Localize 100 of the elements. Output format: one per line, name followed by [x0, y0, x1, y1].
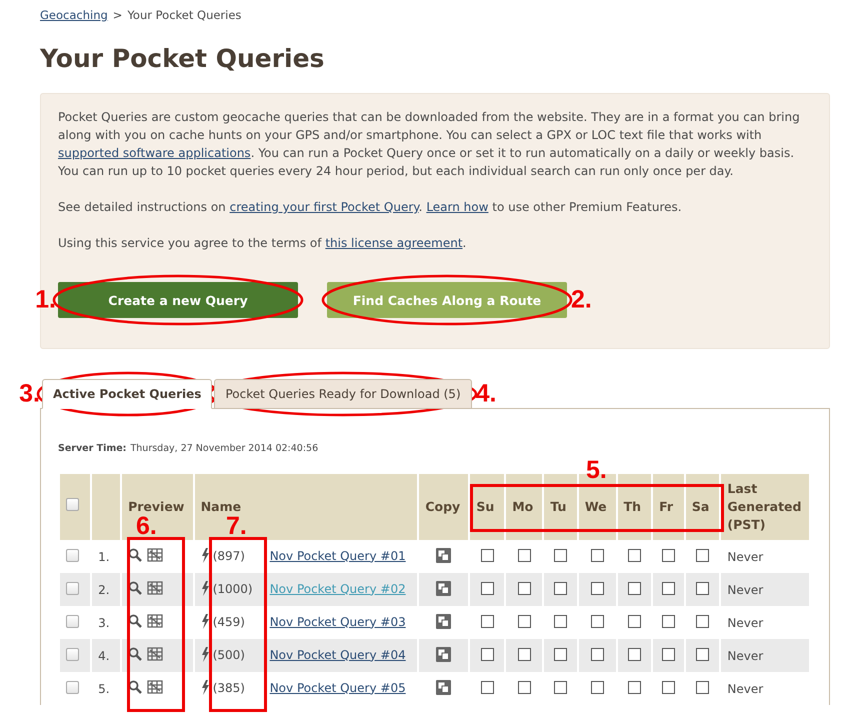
day-checkbox[interactable]: [590, 680, 604, 694]
day-checkbox[interactable]: [628, 614, 641, 628]
query-link[interactable]: Nov Pocket Query #05: [270, 680, 406, 694]
day-checkbox[interactable]: [696, 648, 710, 660]
day-checkbox[interactable]: [662, 648, 675, 660]
lightning-icon: [200, 646, 210, 662]
text-link[interactable]: creating your first Pocket Query: [230, 200, 419, 214]
row-checkbox[interactable]: [66, 582, 79, 594]
annotation-number: 6.: [136, 512, 157, 541]
breadcrumb-separator: >: [112, 8, 122, 22]
annotation-number: 4.: [476, 379, 496, 408]
cache-count: (385): [212, 680, 246, 694]
day-checkbox[interactable]: [590, 582, 604, 594]
day-checkbox[interactable]: [662, 680, 675, 694]
day-checkbox[interactable]: [480, 582, 494, 594]
row-number: 4.: [98, 648, 110, 662]
copy-icon[interactable]: [436, 580, 452, 596]
column-header: Sa: [686, 474, 720, 540]
row-number: 1.: [98, 550, 110, 564]
select-all-checkbox[interactable]: [66, 498, 79, 511]
lightning-icon: [200, 580, 210, 596]
search-icon: [128, 647, 142, 661]
map-icon: [147, 581, 164, 595]
day-checkbox[interactable]: [480, 680, 494, 694]
cache-count: (897): [212, 548, 246, 562]
lightning-icon: [200, 614, 210, 628]
column-header: Fr: [653, 474, 684, 540]
day-checkbox[interactable]: [628, 548, 641, 562]
day-checkbox[interactable]: [480, 648, 494, 660]
day-checkbox[interactable]: [696, 582, 710, 594]
day-checkbox[interactable]: [554, 680, 568, 694]
annotation-number: 7.: [226, 512, 247, 541]
day-checkbox[interactable]: [696, 680, 710, 694]
query-link[interactable]: Nov Pocket Query #04: [270, 648, 406, 662]
row-checkbox[interactable]: [66, 614, 79, 628]
day-checkbox[interactable]: [518, 648, 531, 660]
text-link[interactable]: Learn how: [426, 200, 488, 214]
day-checkbox[interactable]: [590, 648, 604, 660]
cache-count: (459): [212, 614, 246, 628]
day-checkbox[interactable]: [590, 548, 604, 562]
day-checkbox[interactable]: [554, 582, 568, 594]
day-checkbox[interactable]: [696, 614, 710, 628]
copy-icon[interactable]: [436, 680, 452, 694]
day-checkbox[interactable]: [628, 648, 641, 660]
column-header: Tu: [544, 474, 577, 540]
query-link[interactable]: Nov Pocket Query #03: [270, 614, 406, 628]
tab[interactable]: Active Pocket Queries: [42, 379, 212, 409]
search-icon: [128, 614, 142, 628]
map-icon: [147, 614, 164, 628]
day-checkbox[interactable]: [662, 582, 675, 594]
copy-icon[interactable]: [436, 646, 452, 662]
cache-count: (500): [212, 648, 246, 662]
last-generated: Never: [727, 582, 764, 596]
day-checkbox[interactable]: [554, 548, 568, 562]
map-icon: [147, 548, 164, 562]
intro-paragraph: Using this service you agree to the terms of this license agreement.: [58, 235, 468, 252]
cache-count: (1000): [212, 582, 254, 596]
tab[interactable]: Pocket Queries Ready for Download (5): [214, 379, 472, 409]
copy-icon[interactable]: [436, 548, 452, 562]
day-checkbox[interactable]: [518, 680, 531, 694]
text-link[interactable]: supported software applications: [58, 146, 251, 160]
last-generated: Never: [727, 616, 764, 630]
column-header: Th: [618, 474, 652, 540]
column-header: Copy: [419, 474, 468, 540]
row-checkbox[interactable]: [66, 548, 79, 562]
day-checkbox[interactable]: [554, 648, 568, 660]
row-checkbox[interactable]: [66, 648, 79, 660]
search-icon: [128, 680, 142, 694]
query-link[interactable]: Nov Pocket Query #01: [270, 548, 406, 562]
create-query-button[interactable]: Create a new Query: [58, 282, 298, 318]
row-checkbox[interactable]: [66, 680, 79, 694]
map-icon: [147, 647, 164, 661]
last-generated: Never: [727, 550, 764, 564]
day-checkbox[interactable]: [480, 614, 494, 628]
header-cell: [92, 474, 120, 540]
day-checkbox[interactable]: [518, 614, 531, 628]
day-checkbox[interactable]: [662, 614, 675, 628]
breadcrumb-current: Your Pocket Queries: [127, 8, 242, 22]
day-checkbox[interactable]: [518, 582, 531, 594]
copy-icon[interactable]: [436, 614, 452, 628]
day-checkbox[interactable]: [554, 614, 568, 628]
day-checkbox[interactable]: [590, 614, 604, 628]
breadcrumb-link[interactable]: Geocaching: [40, 8, 108, 22]
search-icon: [128, 548, 142, 562]
lightning-icon: [200, 680, 210, 694]
day-checkbox[interactable]: [628, 680, 641, 694]
annotation-number: 2.: [571, 286, 592, 314]
day-checkbox[interactable]: [628, 582, 641, 594]
column-header: Mo: [506, 474, 542, 540]
day-checkbox[interactable]: [480, 548, 494, 562]
annotation-number: 3.: [19, 379, 40, 408]
last-generated: Never: [727, 682, 764, 696]
row-number: 2.: [98, 582, 110, 596]
text-link[interactable]: this license agreement: [325, 236, 463, 250]
day-checkbox[interactable]: [662, 548, 675, 562]
day-checkbox[interactable]: [518, 548, 531, 562]
column-header: Last Generated (PST): [721, 474, 809, 540]
last-generated: Never: [727, 648, 764, 662]
day-checkbox[interactable]: [696, 548, 710, 562]
lightning-icon: [200, 548, 210, 562]
